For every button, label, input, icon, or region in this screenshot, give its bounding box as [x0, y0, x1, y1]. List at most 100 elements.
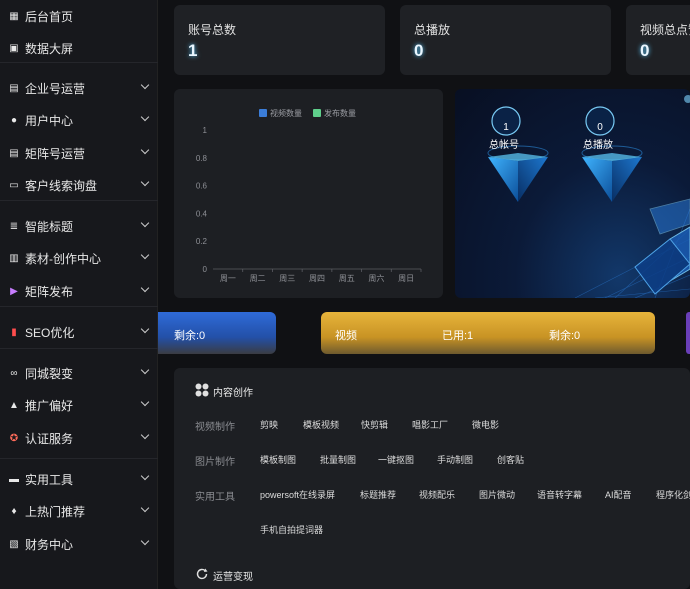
sidebar-item-label: 用户中心 — [25, 113, 74, 128]
chevron-down-icon — [140, 324, 150, 334]
id-card-icon: ▭ — [9, 179, 19, 191]
fire-icon: ♦ — [11, 505, 17, 517]
sidebar-item[interactable]: ▤ 企业号运营 — [0, 74, 158, 102]
user-icon: ● — [10, 114, 18, 126]
tool-link[interactable]: 视频配乐 — [419, 488, 455, 501]
tool-link[interactable]: 批量制图 — [320, 453, 356, 466]
chevron-down-icon — [140, 365, 150, 375]
sidebar-item[interactable]: ▶ 矩阵发布 — [0, 277, 158, 305]
tool-link[interactable]: powersoft在线录屏 — [260, 488, 335, 501]
x-tick-label: 周一 — [220, 274, 236, 283]
stat-label: 总播放 — [414, 23, 451, 37]
tool-link[interactable]: 快剪辑 — [361, 418, 388, 431]
sidebar-item[interactable]: ▲ 推广偏好 — [0, 391, 158, 419]
chevron-down-icon — [140, 471, 150, 481]
sidebar-item[interactable]: ▭ 客户线索询盘 — [0, 171, 158, 199]
video-icon: ▶ — [10, 285, 18, 297]
tool-link[interactable]: 一键抠图 — [378, 453, 414, 466]
legend-swatch — [313, 109, 321, 117]
refresh-icon — [195, 567, 209, 581]
y-tick-label: 0 — [203, 265, 208, 274]
toolbox-icon: ▬ — [9, 473, 19, 485]
document-icon: ▤ — [9, 82, 19, 94]
wallet-icon: ▧ — [9, 538, 19, 550]
y-tick-label: 0.2 — [196, 237, 208, 246]
sidebar-item-label: 实用工具 — [25, 472, 74, 487]
sidebar-item[interactable]: ♦ 上热门推荐 — [0, 497, 158, 525]
sidebar-item[interactable]: ▮ SEO优化 — [0, 318, 158, 346]
sidebar-item-label: 企业号运营 — [25, 81, 86, 96]
content-creation-panel: 内容创作 视频制作 图片制作 实用工具 剪映 模板视频 快剪辑 唱影工厂 微电影 模板制图… — [174, 368, 690, 589]
y-tick-label: 1 — [203, 126, 208, 135]
x-tick-label: 周五 — [339, 274, 355, 283]
tool-link[interactable]: 模板制图 — [260, 453, 296, 466]
thumb-up-icon: ▲ — [9, 399, 19, 411]
tool-link[interactable]: 唱影工厂 — [412, 418, 448, 431]
quota-remaining: 剩余:0 — [549, 330, 581, 342]
sidebar-item-label: SEO优化 — [25, 325, 75, 340]
tool-link[interactable]: 模板视频 — [303, 418, 339, 431]
sidebar-item[interactable]: ≣ 智能标题 — [0, 212, 158, 240]
y-tick-label: 0.4 — [196, 209, 208, 218]
tool-link[interactable]: 图片微动 — [479, 488, 515, 501]
tool-link[interactable]: 手动制图 — [437, 453, 473, 466]
x-tick-label: 周四 — [309, 274, 325, 283]
apps-icon — [195, 383, 209, 397]
sidebar-item-label: 客户线索询盘 — [25, 178, 98, 193]
stat-card-likes: 视频总点赞 0 — [626, 5, 690, 75]
bar-chart: 视频数量 发布数量 0 0.2 0.4 0.6 0.8 1 周一 周二 周三 周四 周五 周六 周日 — [196, 108, 422, 283]
sidebar-item-label: 矩阵号运营 — [25, 146, 86, 161]
quota-bar-left: 剩余:0 — [158, 312, 276, 354]
screen-badge-value-2: 0 — [597, 122, 603, 133]
y-tick-label: 0.6 — [196, 182, 208, 191]
sidebar-item-label: 后台首页 — [25, 9, 74, 24]
sidebar-item[interactable]: ▤ 矩阵号运营 — [0, 139, 158, 167]
sidebar: ▦ 后台首页 ▣ 数据大屏 ▤ 企业号运营 ● 用户中心 ▤ 矩阵号运营 ▭ 客户线索询盘 ≣ 智能标题 ▥… — [0, 0, 158, 589]
sidebar-item[interactable]: ▥ 素材-创作中心 — [0, 244, 158, 272]
sidebar-item[interactable]: ∞ 同城裂变 — [0, 359, 158, 387]
tool-link[interactable]: 微电影 — [472, 418, 499, 431]
stat-label: 账号总数 — [188, 23, 237, 37]
tool-link[interactable]: 标题推荐 — [360, 488, 396, 501]
sidebar-divider — [0, 458, 158, 459]
sidebar-item[interactable]: ▧ 财务中心 — [0, 530, 158, 558]
row-label: 实用工具 — [195, 492, 235, 503]
row-label: 图片制作 — [195, 457, 235, 468]
legend-label: 发布数量 — [324, 108, 356, 118]
tool-link[interactable]: AI配音 — [605, 488, 632, 501]
tool-link[interactable]: 程序化剑 — [656, 488, 690, 501]
section-title: 运营变现 — [213, 572, 253, 583]
sidebar-item[interactable]: ▬ 实用工具 — [0, 465, 158, 493]
chevron-down-icon — [140, 283, 150, 293]
sidebar-item[interactable]: ▦ 后台首页 — [0, 2, 158, 30]
stat-value: 0 — [640, 41, 650, 60]
quota-used: 已用:1 — [442, 330, 474, 342]
sidebar-item[interactable]: ● 用户中心 — [0, 106, 158, 134]
chevron-down-icon — [140, 177, 150, 187]
image-icon: ▣ — [9, 42, 19, 54]
sidebar-item-label: 素材-创作中心 — [25, 251, 101, 266]
stat-card-accounts: 账号总数 1 — [174, 5, 385, 75]
sidebar-divider — [0, 62, 158, 63]
tool-link[interactable]: 创客贴 — [497, 453, 524, 466]
sidebar-divider — [0, 306, 158, 307]
tool-link[interactable]: 剪映 — [260, 418, 278, 431]
x-tick-label: 周六 — [368, 273, 384, 283]
legend-swatch — [259, 109, 267, 117]
x-tick-label: 周日 — [398, 274, 414, 283]
sidebar-item-label: 认证服务 — [25, 431, 74, 446]
pyramid-icon-1 — [487, 145, 549, 202]
sidebar-item-label: 上热门推荐 — [25, 504, 86, 519]
chevron-down-icon — [140, 80, 150, 90]
tool-link[interactable]: 语音转字幕 — [537, 488, 582, 501]
sidebar-item[interactable]: ✪ 认证服务 — [0, 424, 158, 452]
sidebar-item[interactable]: ▣ 数据大屏 — [0, 34, 158, 62]
data-screen-visual: 1 总帐号 0 总播放 — [455, 89, 690, 298]
section-title: 内容创作 — [213, 388, 253, 399]
chevron-down-icon — [140, 250, 150, 260]
tool-link[interactable]: 手机自拍提词器 — [260, 523, 323, 536]
screen-badge-label-1: 总帐号 — [489, 140, 519, 151]
sidebar-item-label: 智能标题 — [25, 219, 74, 234]
stat-value: 0 — [414, 41, 424, 60]
link-icon: ∞ — [10, 367, 18, 379]
